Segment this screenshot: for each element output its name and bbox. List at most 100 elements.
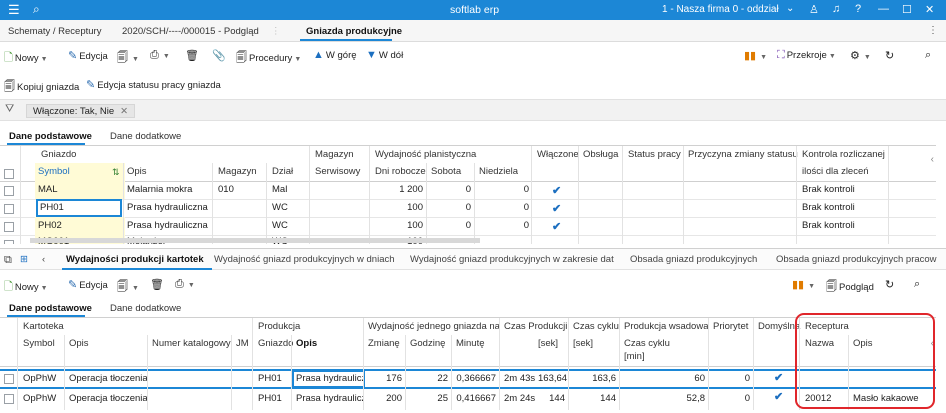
tab-dane-podstawowe[interactable]: Dane podstawowe xyxy=(9,131,92,142)
row-checkbox[interactable] xyxy=(4,394,14,404)
header-kontrola-2: ilości dla zleceń xyxy=(802,166,869,177)
copy-sockets-button[interactable]: 🗐 Kopiuj gniazda xyxy=(4,78,79,97)
row-checkbox[interactable] xyxy=(4,222,14,232)
chevron-down-icon[interactable]: ⌄ xyxy=(786,3,794,14)
tab-gniazda[interactable]: Gniazda produkcyjne xyxy=(306,26,402,37)
company-selector[interactable]: 1 - Nasza firma 0 - oddział xyxy=(662,4,779,15)
header-numer-katalogowy[interactable]: Numer katalogowy xyxy=(149,335,234,353)
header-obsluga[interactable]: Obsługa xyxy=(580,146,621,164)
settings-button[interactable]: ⚙ ▼ xyxy=(850,49,871,62)
bar-chart-icon: ▮▮ xyxy=(792,279,805,291)
user-icon[interactable]: ♙ xyxy=(809,3,819,16)
header-gniazdo: Gniazdo xyxy=(41,149,77,160)
print-button[interactable]: ⎙ ▼ xyxy=(150,49,170,62)
tab-wydajnosci-produkcji[interactable]: Wydajności produkcji kartotek xyxy=(66,254,204,265)
header-opis[interactable]: Opis xyxy=(124,163,150,181)
lower-preview-button[interactable]: 🗐 ▼ xyxy=(117,278,139,297)
check-icon[interactable]: ✔ xyxy=(552,220,561,233)
panel-icon[interactable]: ⊞ xyxy=(20,254,28,265)
hamburger-menu-icon[interactable]: ☰ xyxy=(8,3,20,16)
maximize-icon[interactable]: ☐ xyxy=(902,3,912,16)
header-jm[interactable]: JM xyxy=(233,335,252,353)
row-checkbox[interactable] xyxy=(4,374,14,384)
row-checkbox[interactable] xyxy=(4,240,14,244)
procedures-button[interactable]: 🗐 Procedury ▼ xyxy=(236,49,301,68)
header-magazyn[interactable]: Magazyn xyxy=(215,163,260,181)
tab-obsada[interactable]: Obsada gniazd produkcyjnych xyxy=(630,254,757,265)
search-icon[interactable]: ⌕ xyxy=(33,2,40,17)
crosssections-button[interactable]: ⛶ Przekroje ▼ xyxy=(777,49,836,62)
filter-icon[interactable]: ⛛ xyxy=(5,103,14,116)
lower-podglad-button[interactable]: 🗐 Podgląd xyxy=(826,278,874,297)
tab-schematy[interactable]: Schematy / Receptury xyxy=(8,26,101,37)
refresh-button[interactable]: ↻ xyxy=(885,49,896,62)
edit-button[interactable]: ✎ Edycja xyxy=(68,49,108,62)
check-icon[interactable]: ✔ xyxy=(552,202,561,215)
header-produkcja-wsadowa[interactable]: Produkcja wsadowa xyxy=(621,318,712,336)
sort-icon[interactable]: ⇅ xyxy=(112,167,120,178)
close-icon[interactable]: ✕ xyxy=(925,3,934,16)
header-sobota[interactable]: Sobota xyxy=(428,163,464,181)
header-magazyn-serwisowy-1: Magazyn xyxy=(315,149,354,160)
header-minute[interactable]: Minutę xyxy=(453,335,488,353)
active-lower-tab-indicator xyxy=(62,268,212,270)
header-niedziela[interactable]: Niedziela xyxy=(476,163,521,181)
header-wydajnosc-planistyczna: Wydajność planistyczna xyxy=(375,149,477,160)
tab-wydajnosc-zakres[interactable]: Wydajność gniazd produkcyjnych w zakresi… xyxy=(410,254,614,265)
header-czas-cyklu[interactable]: Czas cyklu xyxy=(570,318,622,336)
header-dni-robocze[interactable]: Dni robocze xyxy=(372,163,429,181)
row-checkbox[interactable] xyxy=(4,186,14,196)
header-czas-produkcji[interactable]: Czas Produkcji xyxy=(501,318,570,336)
close-icon[interactable]: ✕ xyxy=(120,106,128,117)
header-godzine[interactable]: Godzinę xyxy=(407,335,448,353)
lower-tab-dane-podstawowe[interactable]: Dane podstawowe xyxy=(9,303,92,314)
header-priorytet[interactable]: Priorytet xyxy=(710,318,751,336)
document-preview-icon: 🗐 xyxy=(117,52,128,64)
chart-button[interactable]: ▮▮ ▼ xyxy=(744,49,767,62)
row-checkbox[interactable] xyxy=(4,204,14,214)
chevron-left-icon[interactable]: ‹ xyxy=(42,254,45,265)
lower-delete-button[interactable]: 🗑 xyxy=(150,278,166,291)
move-down-button[interactable]: ▼ W dół xyxy=(366,49,403,61)
lower-new-button[interactable]: 🗋 Nowy ▼ xyxy=(4,278,48,297)
lower-refresh-button[interactable]: ↻ xyxy=(885,278,896,291)
filter-chip[interactable]: Włączone: Tak, Nie ✕ xyxy=(26,104,136,118)
move-up-button[interactable]: ▲ W górę xyxy=(313,49,357,61)
tab-dane-dodatkowe[interactable]: Dane dodatkowe xyxy=(110,131,181,142)
lower-edit-button[interactable]: ✎ Edycja xyxy=(68,278,108,291)
tab-wydajnosc-dniach[interactable]: Wydajność gniazd produkcyjnych w dniach xyxy=(214,254,395,265)
chevron-left-icon[interactable]: ‹ xyxy=(931,154,934,165)
check-icon[interactable]: ✔ xyxy=(774,390,783,403)
header-dzial[interactable]: Dział xyxy=(269,163,296,181)
select-all-checkbox[interactable] xyxy=(4,169,14,179)
attach-button[interactable]: 📎 xyxy=(212,49,228,62)
header-opis[interactable]: Opis xyxy=(66,335,92,353)
view-toggle-icon[interactable]: ⧉ xyxy=(4,254,12,267)
lower-tab-dane-dodatkowe[interactable]: Dane dodatkowe xyxy=(110,303,181,314)
help-icon[interactable]: ? xyxy=(855,3,861,15)
preview-button[interactable]: 🗐 ▼ xyxy=(117,49,139,68)
status-edit-button[interactable]: ✎ Edycja statusu pracy gniazda xyxy=(86,78,221,91)
header-status[interactable]: Status pracy xyxy=(625,146,684,164)
lower-chart-button[interactable]: ▮▮ ▼ xyxy=(792,278,815,291)
lower-print-button[interactable]: ⎙ ▼ xyxy=(175,278,195,291)
bell-icon[interactable]: ♫ xyxy=(832,3,840,15)
header-zmiane[interactable]: Zmianę xyxy=(365,335,403,353)
header-wlaczone[interactable]: Włączone xyxy=(534,146,582,164)
tab-podglad[interactable]: 2020/SCH/----/000015 - Podgląd xyxy=(122,26,259,37)
header-kontrola-1[interactable]: Kontrola rozliczanej xyxy=(799,146,888,164)
delete-button[interactable]: 🗑 xyxy=(185,49,201,62)
header-opis-gniazda[interactable]: Opis xyxy=(293,335,320,353)
header-symbol[interactable]: Symbol xyxy=(20,335,58,353)
zoom-button[interactable]: ⌕ xyxy=(925,49,933,62)
horizontal-scrollbar[interactable] xyxy=(30,238,480,243)
lower-zoom-button[interactable]: ⌕ xyxy=(914,278,922,291)
header-kartoteka: Kartoteka xyxy=(23,321,64,332)
check-icon[interactable]: ✔ xyxy=(774,371,783,384)
header-przyczyna[interactable]: Przyczyna zmiany statusu xyxy=(685,146,801,164)
tab-obsada-pracow[interactable]: Obsada gniazd produkcyjnych pracow xyxy=(776,254,937,265)
minimize-icon[interactable]: — xyxy=(878,3,889,15)
more-options-icon[interactable]: ⋮ xyxy=(928,25,938,36)
new-button[interactable]: 🗋 Nowy ▼ xyxy=(4,49,48,68)
check-icon[interactable]: ✔ xyxy=(552,184,561,197)
